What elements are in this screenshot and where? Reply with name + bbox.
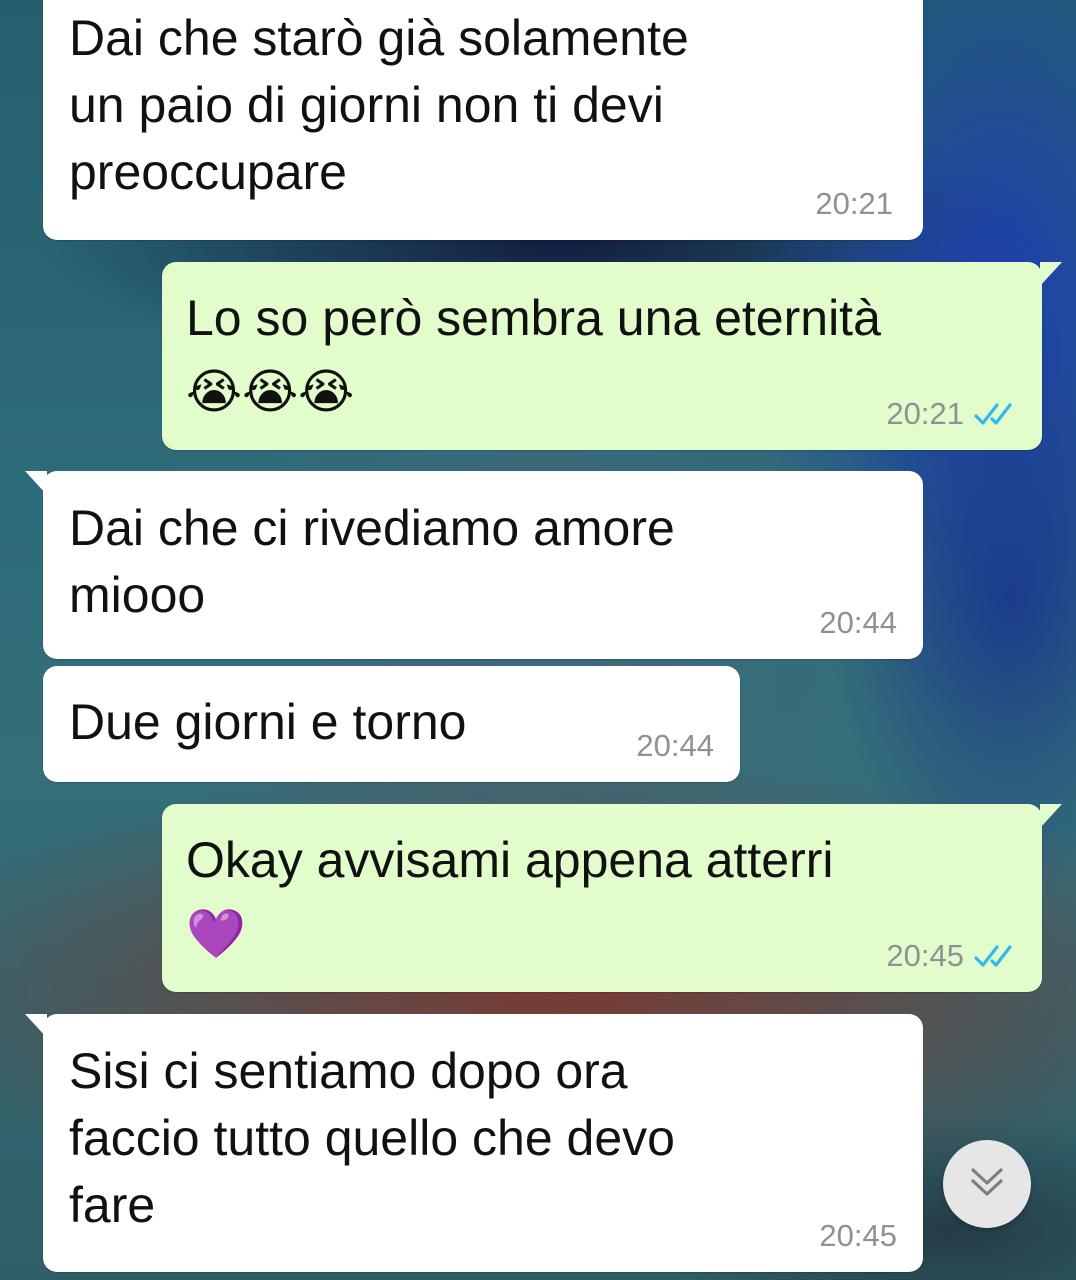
message-time: 20:45: [819, 1218, 897, 1253]
message-text-line: fare: [69, 1177, 156, 1233]
message-bubble-outgoing[interactable]: Lo so però sembra una eternità 😭😭😭 20:21: [162, 262, 1062, 450]
message-emoji-line: 💜: [186, 900, 246, 967]
message-bubble-incoming[interactable]: Dai che starò già solamente un paio di g…: [43, 0, 923, 240]
message-text-line: Dai che ci rivediamo amore: [69, 500, 675, 556]
message-text-line: Lo so però sembra una eternità: [186, 290, 881, 346]
message-text-line: faccio tutto quello che devo: [69, 1110, 675, 1166]
double-check-icon: [974, 943, 1018, 969]
message-time: 20:44: [819, 605, 897, 640]
message-time: 20:21: [815, 186, 893, 221]
purple-heart-emoji: 💜: [186, 906, 246, 962]
message-time: 20:44: [636, 728, 714, 763]
message-text-line: un paio di giorni non ti devi: [69, 77, 664, 133]
message-time: 20:45: [886, 938, 964, 973]
message-meta: 20:44: [636, 728, 714, 764]
message-bubble-incoming[interactable]: Dai che ci rivediamo amore miooo 20:44: [25, 471, 923, 659]
message-text-line: miooo: [69, 567, 206, 623]
message-emoji-line: 😭😭😭: [186, 358, 354, 425]
chevron-double-down-icon: [967, 1164, 1007, 1205]
message-bubble-incoming[interactable]: Due giorni e torno 20:44: [43, 666, 740, 782]
message-text-line: preoccupare: [69, 144, 347, 200]
message-bubble-outgoing[interactable]: Okay avvisami appena atterri 💜 20:45: [162, 804, 1062, 992]
message-text-line: Okay avvisami appena atterri: [186, 832, 834, 888]
message-meta: 20:44: [819, 605, 897, 641]
message-text-line: Due giorni e torno: [69, 694, 467, 750]
message-text-line: Dai che starò già solamente: [69, 10, 689, 66]
message-bubble-incoming[interactable]: Sisi ci sentiamo dopo ora faccio tutto q…: [25, 1014, 923, 1272]
scroll-to-bottom-button[interactable]: [943, 1140, 1031, 1228]
message-meta: 20:45: [886, 938, 1018, 974]
message-meta: 20:21: [815, 186, 893, 222]
message-text-line: Sisi ci sentiamo dopo ora: [69, 1043, 628, 1099]
double-check-icon: [974, 401, 1018, 427]
crying-face-emoji: 😭😭😭: [186, 364, 355, 420]
message-meta: 20:21: [886, 396, 1018, 432]
message-time: 20:21: [886, 396, 964, 431]
message-meta: 20:45: [819, 1218, 897, 1254]
